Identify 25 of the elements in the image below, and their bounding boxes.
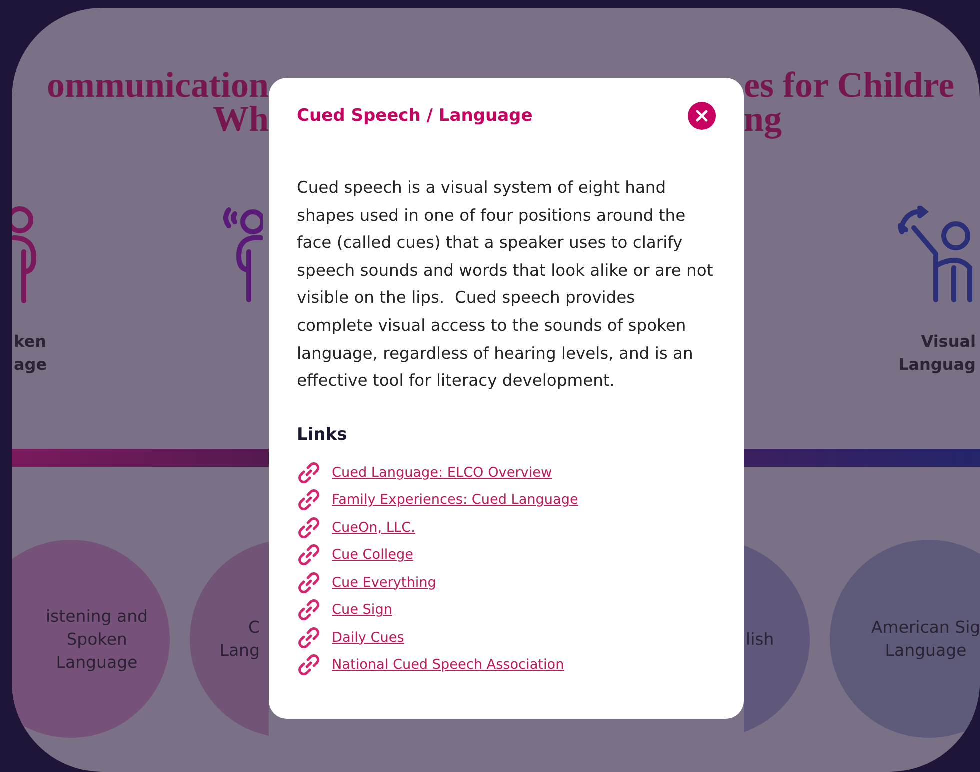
link-icon <box>297 543 321 567</box>
link-icon <box>297 488 321 512</box>
link-icon <box>297 653 321 677</box>
option-label: ken age <box>14 331 48 376</box>
modal-title: Cued Speech / Language <box>297 106 533 126</box>
link-icon <box>297 626 321 650</box>
page-title: es for Childre ng <box>744 68 956 138</box>
resource-link[interactable]: Daily Cues <box>332 630 404 646</box>
resource-link[interactable]: CueOn, LLC. <box>332 520 416 536</box>
resource-link[interactable]: Cued Language: ELCO Overview <box>332 464 552 480</box>
link-icon <box>297 516 321 540</box>
resource-link[interactable]: Cue Sign <box>332 602 392 618</box>
option-label: Visual Languag <box>898 331 977 376</box>
resource-link[interactable]: Cue Everything <box>332 574 436 590</box>
link-icon <box>297 570 321 594</box>
resource-link[interactable]: Family Experiences: Cued Language <box>332 492 578 508</box>
link-icon <box>297 598 321 622</box>
link-icon <box>297 460 321 484</box>
description-text: Cued speech is a visual system of eight hand shapes used in one of four positions around the face (called cues) that a speaker uses to clarify speech sounds and words that look alike or are not visible on the lips. Cued speech provides complete visual access to the sounds of spoken language, regardless of hearing levels, and is an effective tool for literacy development. <box>297 177 714 392</box>
close-icon <box>696 110 708 122</box>
page-title: ommunication Wh <box>46 68 269 138</box>
resource-link[interactable]: National Cued Speech Association <box>332 657 564 673</box>
links-heading: Links <box>297 424 348 445</box>
resource-link[interactable]: Cue College <box>332 547 414 563</box>
close-button[interactable] <box>688 102 716 130</box>
